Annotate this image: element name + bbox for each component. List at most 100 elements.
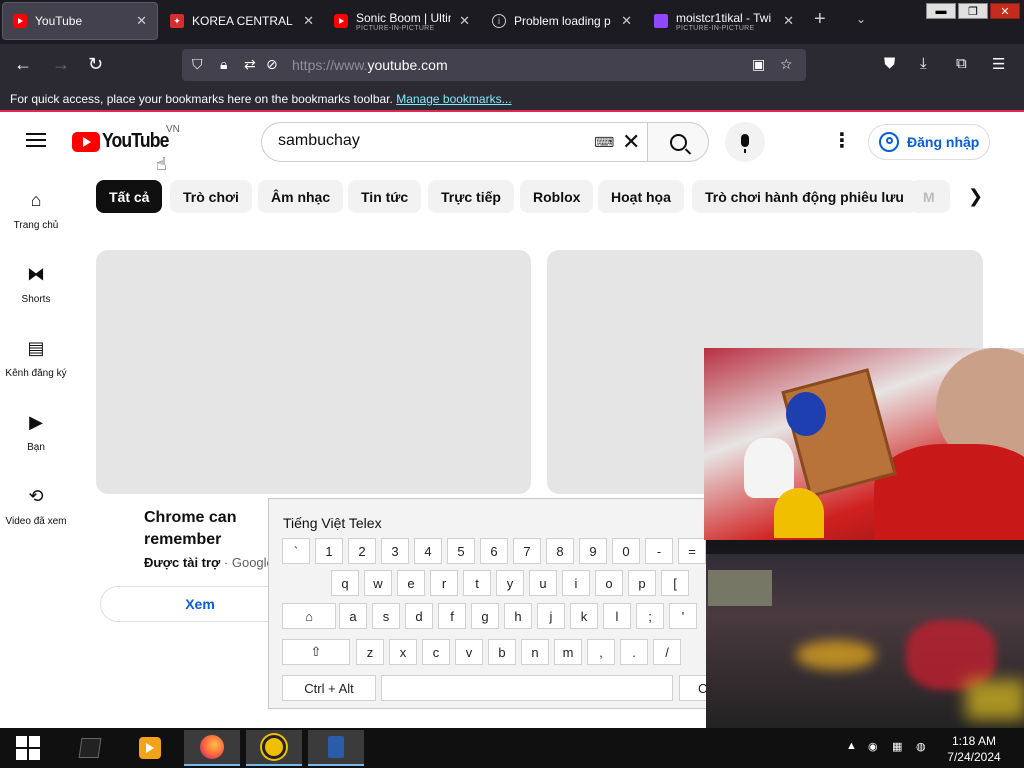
system-clock[interactable]: 1:18 AM 7/24/2024: [940, 733, 1008, 765]
video-thumbnail-placeholder[interactable]: [96, 250, 531, 494]
key[interactable]: z: [356, 639, 384, 665]
key[interactable]: 0: [612, 538, 640, 564]
tray-app-icon[interactable]: ◉: [868, 740, 878, 753]
key[interactable]: [: [661, 570, 689, 596]
reload-icon[interactable]: ↻: [88, 54, 103, 74]
chip-games[interactable]: Trò chơi: [170, 180, 252, 213]
tab-twitch[interactable]: moistcr1tikal - Twi PICTURE-IN-PICTURE ✕: [644, 2, 804, 40]
key[interactable]: .: [620, 639, 648, 665]
picture-in-picture-icon[interactable]: ▣: [752, 56, 765, 73]
taskbar-app-downloader[interactable]: [246, 730, 302, 766]
tab-korea-central[interactable]: ✦ KOREA CENTRAL T ✕: [160, 2, 324, 40]
forward-arrow-icon[interactable]: →: [52, 54, 70, 74]
bookmark-star-icon[interactable]: ☆: [780, 56, 793, 73]
key[interactable]: p: [628, 570, 656, 596]
key[interactable]: k: [570, 603, 598, 629]
search-button[interactable]: [647, 122, 709, 162]
key[interactable]: 6: [480, 538, 508, 564]
guide-menu-icon[interactable]: [26, 133, 46, 147]
key[interactable]: m: [554, 639, 582, 665]
voice-search-button[interactable]: [725, 122, 765, 162]
space-key[interactable]: [381, 675, 673, 701]
key[interactable]: ;: [636, 603, 664, 629]
search-input[interactable]: [278, 132, 578, 150]
keyboard-icon[interactable]: ⌨: [594, 134, 614, 151]
key[interactable]: d: [405, 603, 433, 629]
key[interactable]: b: [488, 639, 516, 665]
key[interactable]: j: [537, 603, 565, 629]
key[interactable]: f: [438, 603, 466, 629]
key[interactable]: 7: [513, 538, 541, 564]
pip-video-twitch-stream[interactable]: [706, 540, 1024, 728]
manage-bookmarks-link[interactable]: Manage bookmarks...: [396, 92, 511, 106]
minimize-window-icon[interactable]: ▬: [926, 3, 956, 19]
key[interactable]: ': [669, 603, 697, 629]
key[interactable]: e: [397, 570, 425, 596]
taskbar-app-terminal[interactable]: [62, 730, 118, 766]
key[interactable]: 9: [579, 538, 607, 564]
chip-action-adventure[interactable]: Trò chơi hành động phiêu lưu: [692, 180, 917, 213]
key[interactable]: /: [653, 639, 681, 665]
chip-more-partial[interactable]: M: [910, 180, 950, 213]
guide-item-subscriptions[interactable]: ▤ Kênh đăng ký: [0, 336, 72, 379]
tab-list-chevron-down-icon[interactable]: ⌄: [856, 12, 866, 26]
chip-animation[interactable]: Hoạt họa: [598, 180, 684, 213]
sign-in-button[interactable]: Đăng nhập: [868, 124, 990, 160]
key[interactable]: w: [364, 570, 392, 596]
search-box[interactable]: ⌨ ✕: [261, 122, 647, 162]
ad-title[interactable]: Chrome can remember passwords so you don…: [144, 507, 274, 551]
key[interactable]: g: [471, 603, 499, 629]
key[interactable]: x: [389, 639, 417, 665]
key[interactable]: r: [430, 570, 458, 596]
key[interactable]: t: [463, 570, 491, 596]
shield-icon[interactable]: ⛉: [192, 56, 203, 73]
tab-problem-loading[interactable]: i Problem loading p ✕: [482, 2, 642, 40]
url-text[interactable]: https://www.youtube.com: [292, 57, 448, 73]
key[interactable]: o: [595, 570, 623, 596]
pocket-icon[interactable]: ⛊: [884, 55, 895, 72]
key[interactable]: q: [331, 570, 359, 596]
key[interactable]: c: [422, 639, 450, 665]
key[interactable]: n: [521, 639, 549, 665]
download-icon[interactable]: ⤓: [920, 55, 927, 72]
show-hidden-icons-chevron-up-icon[interactable]: ▲: [846, 740, 857, 752]
permissions-icon[interactable]: ⇄: [244, 56, 256, 73]
home-key[interactable]: ⌂: [282, 603, 336, 629]
key[interactable]: s: [372, 603, 400, 629]
key[interactable]: i: [562, 570, 590, 596]
close-tab-icon[interactable]: ✕: [303, 13, 314, 29]
ctrl-alt-key[interactable]: Ctrl + Alt: [282, 675, 376, 701]
key[interactable]: 3: [381, 538, 409, 564]
youtube-logo[interactable]: YouTube VN: [72, 124, 180, 153]
tab-youtube[interactable]: YouTube ✕: [2, 2, 158, 40]
key[interactable]: 2: [348, 538, 376, 564]
url-bar[interactable]: ⛉ 🔒︎ ⇄ ⊘ https://www.youtube.com ▣ ☆: [182, 49, 806, 81]
key[interactable]: 1: [315, 538, 343, 564]
guide-item-home[interactable]: ⌂ Trang chủ: [0, 188, 72, 231]
key[interactable]: u: [529, 570, 557, 596]
close-tab-icon[interactable]: ✕: [459, 13, 470, 29]
more-options-icon[interactable]: ⋮: [832, 128, 852, 153]
restore-window-icon[interactable]: ❐: [958, 3, 988, 19]
chevron-right-icon[interactable]: ❯: [968, 186, 983, 207]
guide-item-history[interactable]: ⟲ Video đã xem: [0, 484, 72, 527]
guide-item-you[interactable]: ▶︎ Bạn: [0, 410, 72, 453]
taskbar-app-installer[interactable]: [308, 730, 364, 766]
menu-hamburger-icon[interactable]: ☰: [992, 55, 1005, 73]
key[interactable]: h: [504, 603, 532, 629]
back-arrow-icon[interactable]: ←: [14, 54, 32, 74]
key[interactable]: a: [339, 603, 367, 629]
key[interactable]: 5: [447, 538, 475, 564]
key[interactable]: y: [496, 570, 524, 596]
key[interactable]: =: [678, 538, 706, 564]
tab-sonic-boom[interactable]: Sonic Boom | Ultim PICTURE-IN-PICTURE ✕: [324, 2, 480, 40]
chip-roblox[interactable]: Roblox: [520, 180, 594, 213]
network-icon[interactable]: ▦: [892, 740, 902, 753]
start-button[interactable]: [0, 730, 56, 766]
lock-icon[interactable]: 🔒︎: [220, 56, 227, 73]
key[interactable]: v: [455, 639, 483, 665]
volume-icon[interactable]: ◍: [916, 740, 926, 753]
chip-live[interactable]: Trực tiếp: [428, 180, 514, 213]
guide-item-shorts[interactable]: ⧓ Shorts: [0, 262, 72, 305]
close-tab-icon[interactable]: ✕: [621, 13, 632, 29]
